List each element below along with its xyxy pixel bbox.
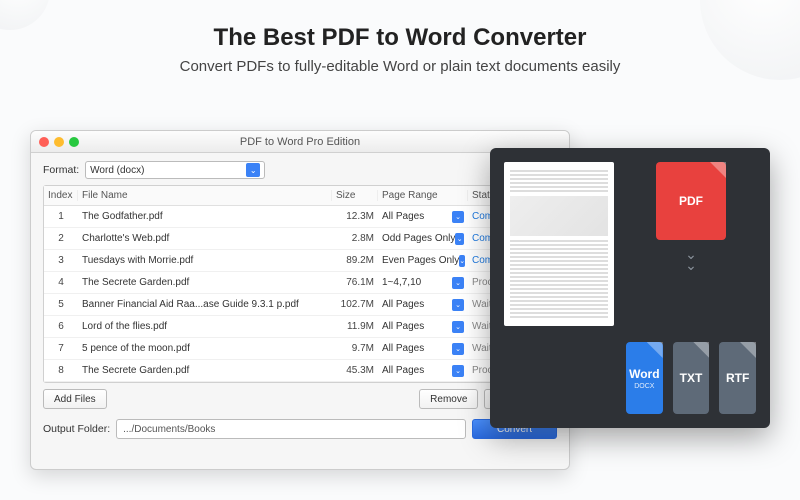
row-size: 2.8M	[332, 233, 378, 244]
hero-subtitle: Convert PDFs to fully-editable Word or p…	[0, 58, 800, 75]
app-window: PDF to Word Pro Edition Format: Word (do…	[30, 130, 570, 470]
row-page-range[interactable]: All Pages⌄	[378, 321, 468, 333]
row-size: 9.7M	[332, 343, 378, 354]
hero-title: The Best PDF to Word Converter	[0, 24, 800, 52]
chevron-down-icon: ⌄	[452, 365, 464, 377]
remove-button[interactable]: Remove	[419, 389, 478, 409]
row-index: 7	[44, 343, 78, 354]
format-value: Word (docx)	[90, 165, 144, 176]
table-row[interactable]: 6Lord of the flies.pdf11.9MAll Pages⌄Wai…	[44, 316, 556, 338]
word-label: Word	[629, 367, 659, 381]
row-filename: The Godfather.pdf	[78, 211, 332, 222]
row-page-range[interactable]: All Pages⌄	[378, 365, 468, 377]
row-size: 12.3M	[332, 211, 378, 222]
row-index: 2	[44, 233, 78, 244]
row-size: 102.7M	[332, 299, 378, 310]
row-size: 76.1M	[332, 277, 378, 288]
row-filename: Banner Financial Aid Raa...ase Guide 9.3…	[78, 299, 332, 310]
word-format-icon: Word DOCX	[626, 342, 663, 414]
table-row[interactable]: 5Banner Financial Aid Raa...ase Guide 9.…	[44, 294, 556, 316]
table-row[interactable]: 4The Secrete Garden.pdf76.1M1~4,7,10⌄Pro…	[44, 272, 556, 294]
rtf-format-icon: RTF	[719, 342, 756, 414]
row-page-range[interactable]: Odd Pages Only⌄	[378, 233, 468, 245]
output-path: .../Documents/Books	[123, 424, 215, 435]
row-index: 6	[44, 321, 78, 332]
row-size: 45.3M	[332, 365, 378, 376]
txt-label: TXT	[680, 371, 703, 385]
row-page-range[interactable]: All Pages⌄	[378, 299, 468, 311]
txt-format-icon: TXT	[673, 342, 710, 414]
row-page-range[interactable]: 1~4,7,10⌄	[378, 277, 468, 289]
pdf-format-icon: PDF	[656, 162, 726, 240]
row-filename: The Secrete Garden.pdf	[78, 365, 332, 376]
row-page-range[interactable]: All Pages⌄	[378, 211, 468, 223]
table-row[interactable]: 1The Godfather.pdf12.3MAll Pages⌄Complet…	[44, 206, 556, 228]
chevron-down-icon: ⌄	[455, 233, 464, 245]
row-index: 4	[44, 277, 78, 288]
col-size: Size	[332, 190, 378, 201]
row-page-range[interactable]: Even Pages Only⌄	[378, 255, 468, 267]
table-row[interactable]: 3Tuesdays with Morrie.pdf89.2MEven Pages…	[44, 250, 556, 272]
hero: The Best PDF to Word Converter Convert P…	[0, 0, 800, 75]
table-row[interactable]: 2Charlotte's Web.pdf2.8MOdd Pages Only⌄C…	[44, 228, 556, 250]
chevron-down-icon: ⌄	[452, 277, 464, 289]
output-folder-field[interactable]: .../Documents/Books	[116, 419, 466, 439]
chevron-down-icon: ⌄	[459, 255, 465, 267]
word-sublabel: DOCX	[634, 383, 654, 390]
file-table: Index File Name Size Page Range Status 1…	[43, 185, 557, 383]
chevron-down-icon: ⌄	[452, 321, 464, 333]
row-filename: Charlotte's Web.pdf	[78, 233, 332, 244]
pdf-label: PDF	[679, 194, 703, 208]
format-card: PDF ⌄⌄ Word DOCX TXT RTF	[490, 148, 770, 428]
row-index: 8	[44, 365, 78, 376]
row-index: 3	[44, 255, 78, 266]
row-filename: The Secrete Garden.pdf	[78, 277, 332, 288]
format-select[interactable]: Word (docx) ⌄	[85, 161, 265, 179]
document-preview	[504, 162, 614, 326]
row-filename: 5 pence of the moon.pdf	[78, 343, 332, 354]
row-filename: Lord of the flies.pdf	[78, 321, 332, 332]
table-header: Index File Name Size Page Range Status	[44, 186, 556, 206]
rtf-label: RTF	[726, 371, 749, 385]
add-files-button[interactable]: Add Files	[43, 389, 107, 409]
row-page-range[interactable]: All Pages⌄	[378, 343, 468, 355]
table-row[interactable]: 75 pence of the moon.pdf9.7MAll Pages⌄Wa…	[44, 338, 556, 360]
row-size: 11.9M	[332, 321, 378, 332]
row-filename: Tuesdays with Morrie.pdf	[78, 255, 332, 266]
col-range: Page Range	[378, 190, 468, 201]
row-index: 5	[44, 299, 78, 310]
output-label: Output Folder:	[43, 423, 110, 435]
col-index: Index	[44, 190, 78, 201]
col-name: File Name	[78, 190, 332, 201]
chevron-down-icon: ⌄	[246, 163, 260, 177]
window-title: PDF to Word Pro Edition	[31, 136, 569, 148]
chevron-down-icon: ⌄	[452, 299, 464, 311]
row-size: 89.2M	[332, 255, 378, 266]
format-label: Format:	[43, 164, 79, 176]
row-index: 1	[44, 211, 78, 222]
chevron-down-icon: ⌄⌄	[685, 246, 697, 274]
titlebar: PDF to Word Pro Edition	[31, 131, 569, 153]
chevron-down-icon: ⌄	[452, 211, 464, 223]
chevron-down-icon: ⌄	[452, 343, 464, 355]
table-row[interactable]: 8The Secrete Garden.pdf45.3MAll Pages⌄Pr…	[44, 360, 556, 382]
